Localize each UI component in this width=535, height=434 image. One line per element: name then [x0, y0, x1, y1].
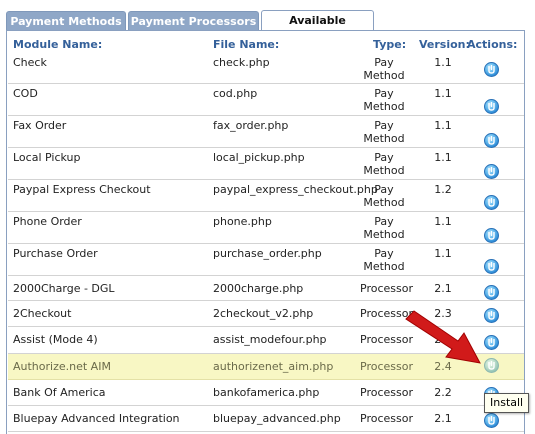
module-row: Purchase Order purchase_order.php Pay Meth… — [8, 244, 524, 276]
module-type: Pay Method — [363, 56, 405, 82]
module-row: Phone Order phone.php Pay Method 1.1 — [8, 212, 524, 244]
module-version: 1.2 — [434, 183, 452, 196]
column-header-type: Type: — [373, 38, 407, 51]
install-icon[interactable] — [484, 99, 499, 114]
tab-available-modules[interactable]: Available Modules — [261, 10, 374, 46]
red-arrow-annotation — [405, 310, 481, 364]
modules-panel: Module Name: File Name: Type: Version: A… — [6, 30, 525, 434]
module-row: Fax Order fax_order.php Pay Method 1.1 — [8, 116, 524, 148]
module-file: check.php — [213, 56, 270, 69]
tab-payment-methods[interactable]: Payment Methods — [6, 11, 126, 30]
module-name: COD — [13, 87, 38, 100]
module-version: 2.2 — [434, 386, 452, 399]
module-file: authorizenet_aim.php — [213, 360, 334, 373]
module-file: phone.php — [213, 215, 272, 228]
module-type: Processor — [360, 282, 413, 295]
install-icon[interactable] — [484, 285, 499, 300]
column-header-module-name: Module Name: — [13, 38, 103, 51]
module-type: Pay Method — [363, 87, 405, 113]
module-version: 1.1 — [434, 247, 452, 260]
module-type: Pay Method — [363, 119, 405, 145]
install-icon[interactable] — [484, 133, 499, 148]
install-icon[interactable] — [484, 335, 499, 350]
module-type: Pay Method — [363, 247, 405, 273]
module-name: Bluepay Advanced Integration — [13, 412, 180, 425]
module-file: 2checkout_v2.php — [213, 307, 314, 320]
module-file: bankofamerica.php — [213, 386, 320, 399]
module-type: Processor — [360, 307, 413, 320]
install-icon[interactable] — [484, 164, 499, 179]
module-row: Local Pickup local_pickup.php Pay Method 1.… — [8, 148, 524, 180]
module-row: COD cod.php Pay Method 1.1 — [8, 84, 524, 116]
module-row: Bluepay Advanced Integration bluepay_adva… — [8, 406, 524, 432]
install-icon[interactable] — [484, 308, 499, 323]
module-version: 1.1 — [434, 56, 452, 69]
install-icon[interactable] — [484, 413, 499, 428]
install-icon[interactable] — [484, 62, 499, 77]
module-type: Processor — [360, 386, 413, 399]
module-name: Bank Of America — [13, 386, 106, 399]
column-header-file-name: File Name: — [213, 38, 280, 51]
module-name: 2Checkout — [13, 307, 72, 320]
module-row: 2000Charge - DGL 2000charge.php Processor 2… — [8, 276, 524, 301]
module-file: bluepay_advanced.php — [213, 412, 341, 425]
module-file: 2000charge.php — [213, 282, 304, 295]
module-version: 2.1 — [434, 412, 452, 425]
module-type: Pay Method — [363, 183, 405, 209]
module-name: 2000Charge - DGL — [13, 282, 115, 295]
install-icon[interactable] — [484, 259, 499, 274]
module-name: Assist (Mode 4) — [13, 333, 98, 346]
install-tooltip: Install — [484, 393, 530, 413]
module-file: assist_modefour.php — [213, 333, 327, 346]
module-name: Local Pickup — [13, 151, 81, 164]
tab-payment-processors[interactable]: Payment Processors — [128, 11, 259, 30]
module-version: 1.1 — [434, 87, 452, 100]
column-header-actions: Actions: — [467, 38, 518, 51]
module-name: Fax Order — [13, 119, 67, 132]
module-name: Purchase Order — [13, 247, 98, 260]
module-file: paypal_express_checkout.php — [213, 183, 378, 196]
module-row: Bank Of America bankofamerica.php Processo… — [8, 380, 524, 406]
module-name: Authorize.net AIM — [13, 360, 111, 373]
install-icon[interactable] — [484, 195, 499, 210]
module-name: Check — [13, 56, 47, 69]
module-type: Pay Method — [363, 151, 405, 177]
install-icon[interactable] — [484, 228, 499, 243]
module-version: 1.1 — [434, 119, 452, 132]
module-file: cod.php — [213, 87, 258, 100]
module-version: 1.1 — [434, 151, 452, 164]
module-name: Phone Order — [13, 215, 82, 228]
column-header-version: Version: — [419, 38, 470, 51]
install-icon[interactable] — [484, 358, 499, 373]
module-version: 1.1 — [434, 215, 452, 228]
module-type: Processor — [360, 360, 413, 373]
module-name: Paypal Express Checkout — [13, 183, 151, 196]
module-file: local_pickup.php — [213, 151, 305, 164]
module-file: purchase_order.php — [213, 247, 322, 260]
module-type: Pay Method — [363, 215, 405, 241]
module-row: Paypal Express Checkout paypal_express_ch… — [8, 180, 524, 212]
module-file: fax_order.php — [213, 119, 289, 132]
module-row: Check check.php Pay Method 1.1 — [8, 53, 524, 84]
module-version: 2.1 — [434, 282, 452, 295]
module-type: Processor — [360, 333, 413, 346]
module-type: Processor — [360, 412, 413, 425]
